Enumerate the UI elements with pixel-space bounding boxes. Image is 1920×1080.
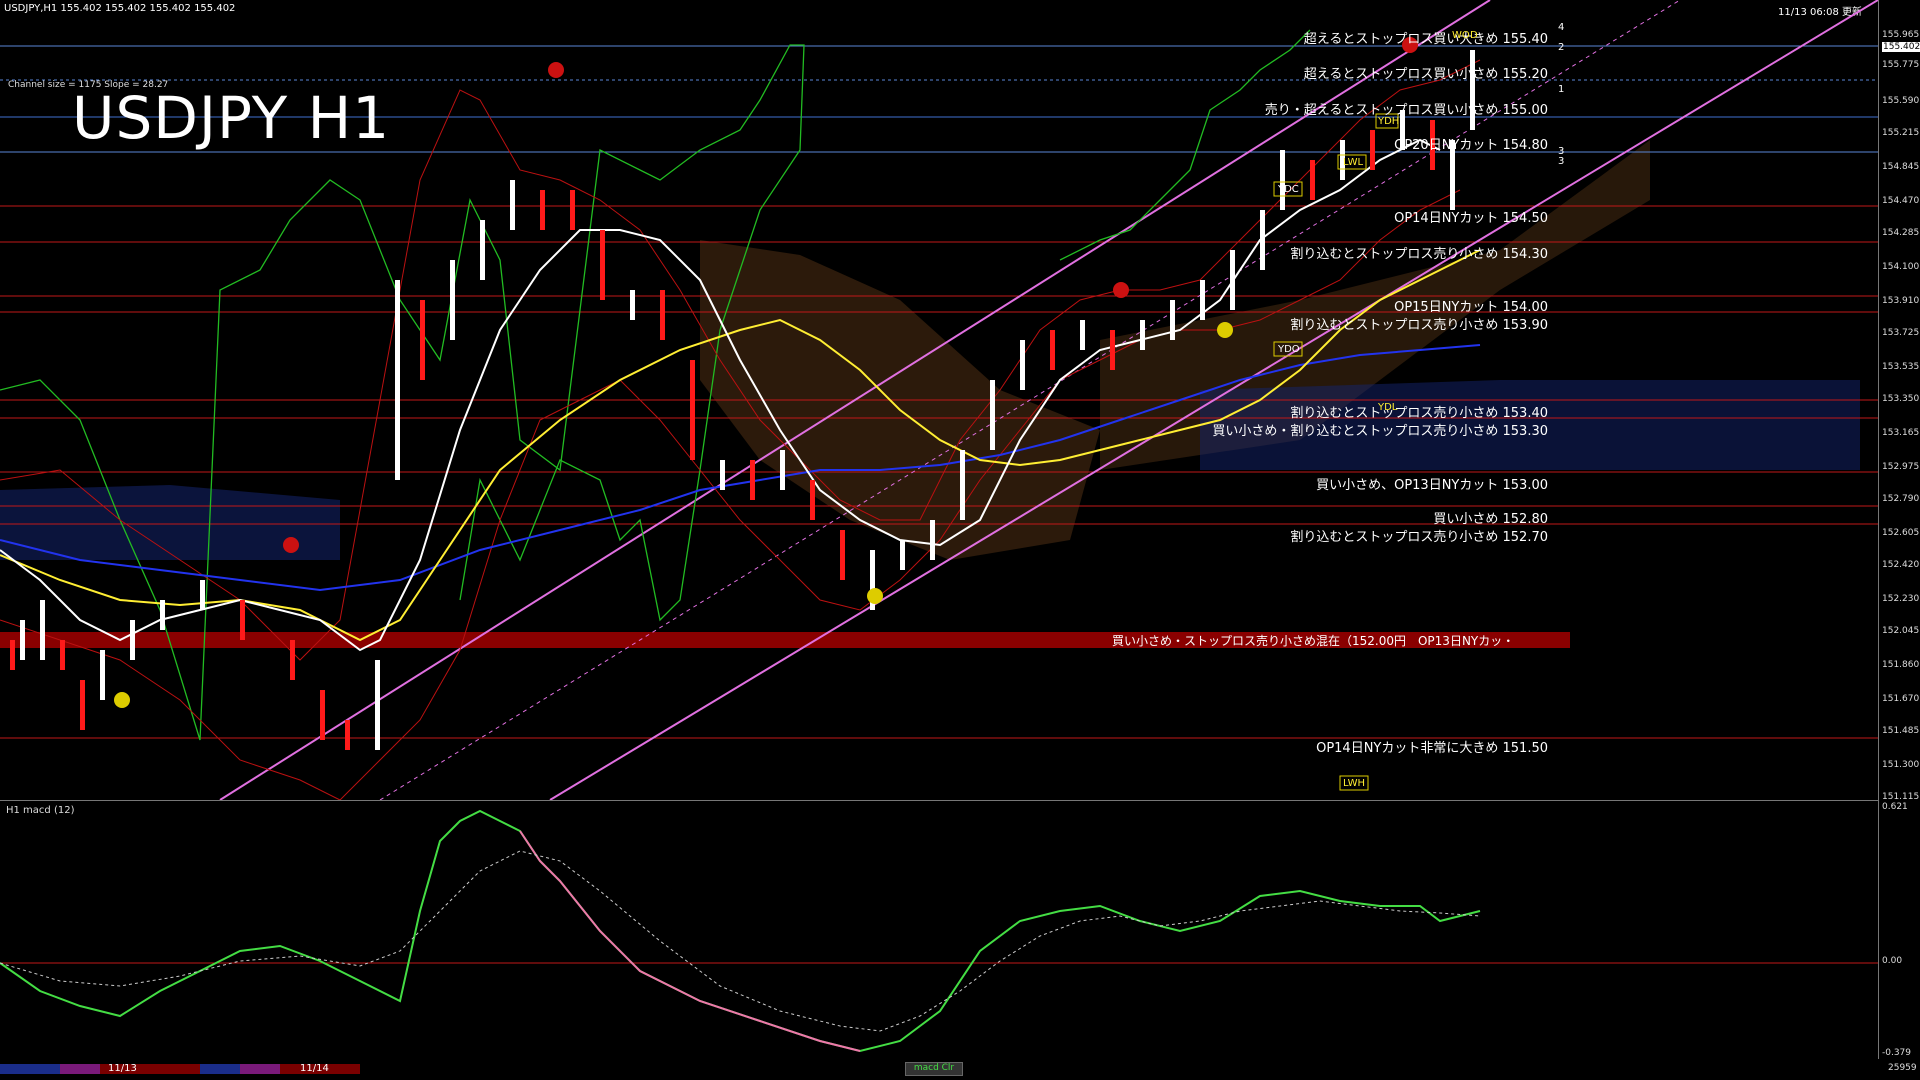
price-tick: 153.535	[1882, 362, 1920, 372]
macd-label: H1 macd (12)	[6, 805, 75, 816]
date-label: 11/14	[300, 1063, 329, 1074]
chart-title: USDJPY H1	[72, 84, 391, 152]
marker-label: YDL	[1378, 402, 1398, 413]
channel-number: 2	[1558, 42, 1565, 53]
price-tick: 153.910	[1882, 296, 1920, 306]
level-label: 超えるとストップロス買い大きめ 155.40	[1303, 32, 1548, 47]
level-label: 超えるとストップロス買い小さめ 155.20	[1303, 67, 1548, 82]
marker-label: YDC	[1278, 184, 1299, 195]
level-label: 買い小さめ・割り込むとストップロス売り小さめ 153.30	[1212, 424, 1548, 439]
macd-tick: 0.00	[1882, 956, 1903, 966]
marker-label: D	[1470, 30, 1478, 41]
price-scale[interactable]: 155.965 155.402 155.775 155.590 155.215 …	[1880, 0, 1920, 802]
price-tick: 153.165	[1882, 428, 1920, 438]
time-axis[interactable]: 11/13 11/14 macd Clr 25959	[0, 1058, 1920, 1080]
price-tick: 152.045	[1882, 626, 1920, 636]
level-label: OP20日NYカット 154.80	[1394, 138, 1548, 153]
level-label: 割り込むとストップロス売り小さめ 152.70	[1290, 530, 1548, 545]
macd-color-button[interactable]: macd Clr	[905, 1062, 963, 1076]
date-label: 11/13	[108, 1063, 137, 1074]
marker-label: YDH	[1378, 116, 1400, 127]
price-chart[interactable]: Channel size = 1175 Slope = 28.27 USDJPY…	[0, 0, 1879, 801]
session-bar	[200, 1064, 240, 1074]
price-tick: 155.965	[1882, 30, 1920, 40]
marker-label: YDO	[1278, 344, 1300, 355]
price-tick: 153.350	[1882, 394, 1920, 404]
level-label: 買い小さめ 152.80	[1433, 512, 1548, 527]
macd-canvas	[0, 809, 1878, 1053]
level-label: 割り込むとストップロス売り小さめ 153.90	[1290, 318, 1548, 333]
session-bar	[0, 1064, 60, 1074]
level-label: 買い小さめ、OP13日NYカット 153.00	[1316, 478, 1548, 493]
price-tick: 152.605	[1882, 528, 1920, 538]
price-tick: 152.230	[1882, 594, 1920, 604]
level-label: 割り込むとストップロス売り小さめ 154.30	[1290, 247, 1548, 262]
price-tick: 154.100	[1882, 262, 1920, 272]
marker-label: LWH	[1343, 778, 1366, 789]
level-label: OP15日NYカット 154.00	[1394, 300, 1548, 315]
macd-scale: 0.621 0.00 -0.379	[1880, 800, 1920, 1058]
macd-signal-line	[0, 850, 1481, 1032]
channel-number: 4	[1558, 22, 1565, 33]
chikou-span-right	[1059, 29, 1311, 261]
price-tick: 152.420	[1882, 560, 1920, 570]
marker-label: WO	[1452, 30, 1470, 41]
level-label: 売り・超えるとストップロス買い小さめ 155.00	[1264, 103, 1548, 118]
session-bar	[240, 1064, 280, 1074]
price-tick: 151.300	[1882, 760, 1920, 770]
price-tick: 154.285	[1882, 228, 1920, 238]
level-label: OP14日NYカット 154.50	[1394, 211, 1548, 226]
price-tick: 154.470	[1882, 196, 1920, 206]
current-price: 155.402	[1882, 42, 1920, 52]
level-label: 割り込むとストップロス売り小さめ 153.40	[1290, 406, 1548, 421]
macd-panel[interactable]: H1 macd (12)	[0, 800, 1879, 1059]
band-label: 買い小さめ・ストップロス売り小さめ混在（152.00円 OP13日NYカッ・	[1112, 634, 1515, 648]
marker-label: LWL	[1343, 157, 1364, 168]
price-tick: 155.215	[1882, 128, 1920, 138]
ichimoku-cloud	[0, 140, 1860, 560]
price-tick: 155.590	[1882, 96, 1920, 106]
level-label: OP14日NYカット非常に大きめ 151.50	[1316, 741, 1548, 756]
price-tick: 154.845	[1882, 162, 1920, 172]
macd-tick: 0.621	[1882, 802, 1908, 812]
price-tick: 152.790	[1882, 494, 1920, 504]
price-tick: 151.860	[1882, 660, 1920, 670]
session-bar	[60, 1064, 100, 1074]
price-tick: 151.670	[1882, 694, 1920, 704]
price-tick: 153.725	[1882, 328, 1920, 338]
price-tick: 155.775	[1882, 60, 1920, 70]
channel-number: 1	[1558, 84, 1565, 95]
price-tick: 151.485	[1882, 726, 1920, 736]
price-tick: 152.975	[1882, 462, 1920, 472]
channel-number: 3	[1558, 156, 1565, 167]
bar-count: 25959	[1888, 1063, 1917, 1073]
macd-tick: -0.379	[1882, 1048, 1912, 1058]
